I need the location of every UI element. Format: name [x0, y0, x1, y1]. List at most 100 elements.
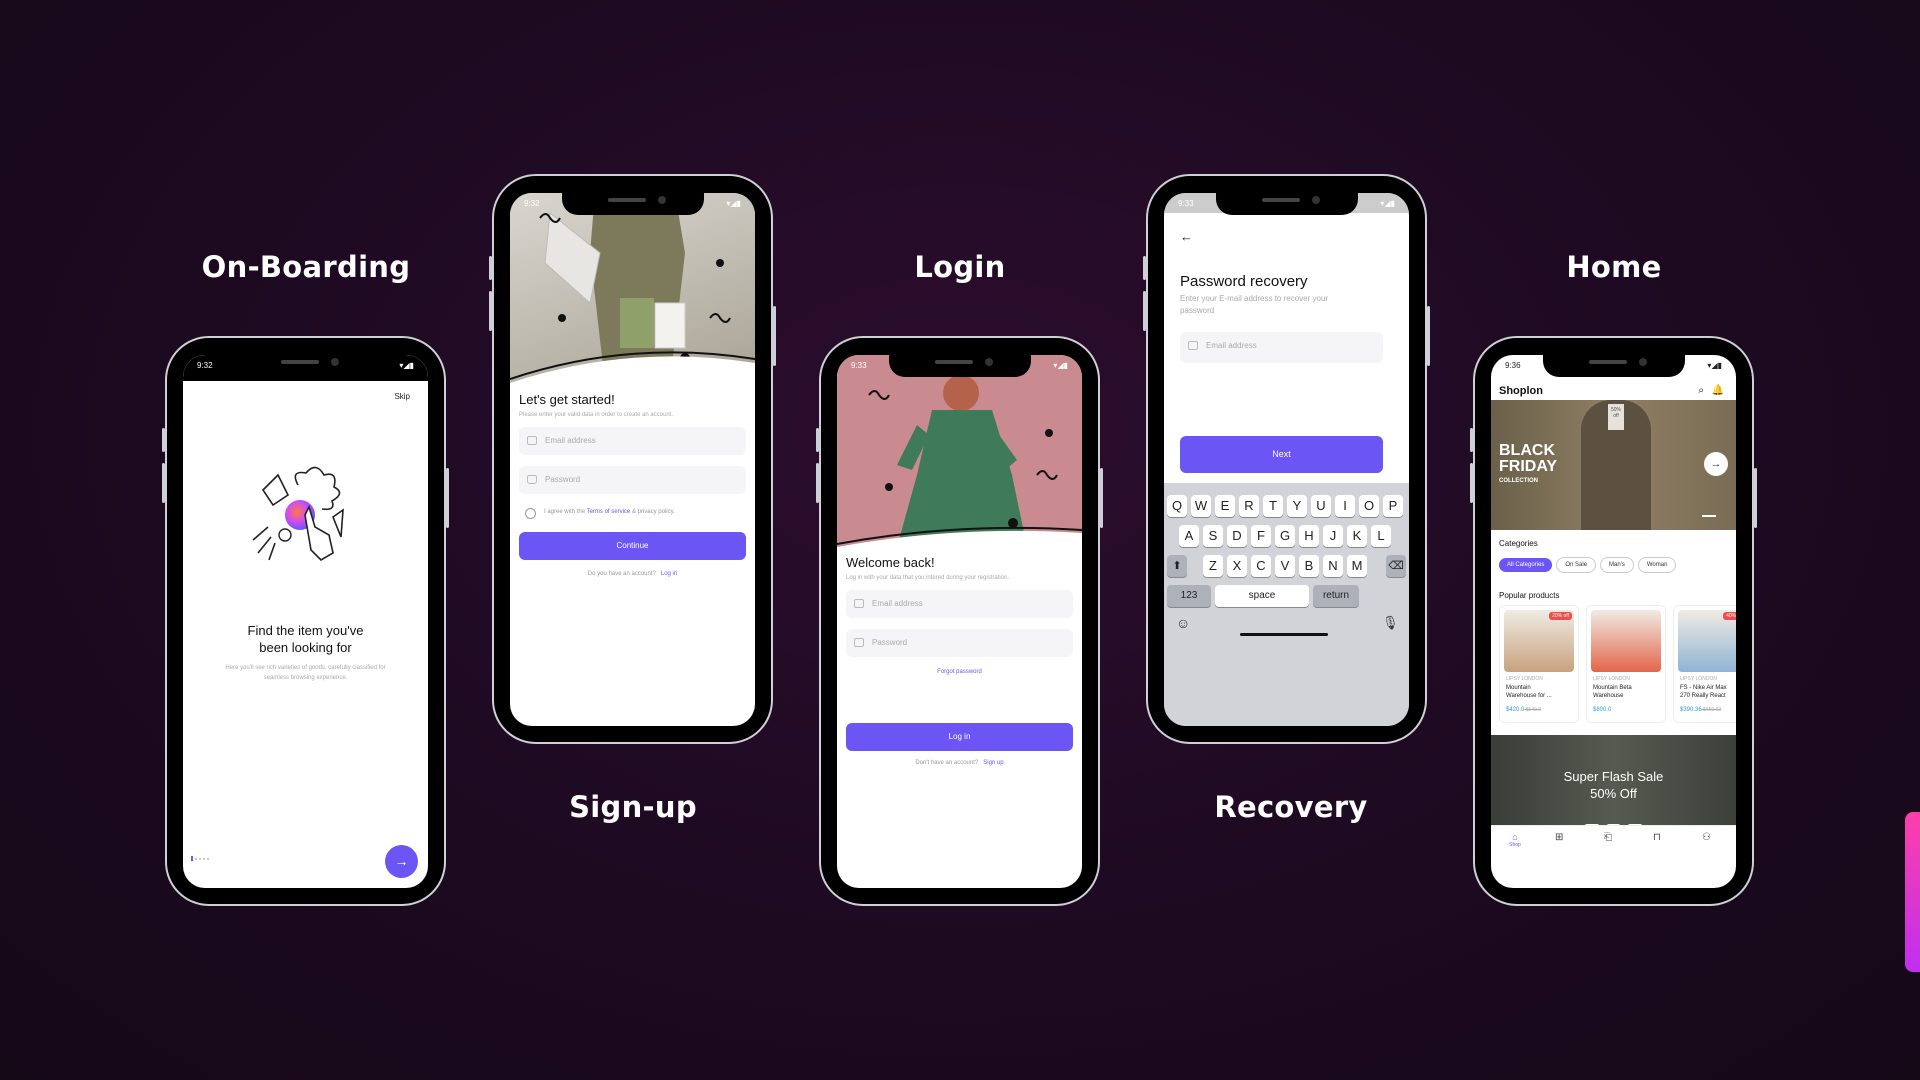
email-field[interactable]: Email address [519, 427, 746, 455]
key-i[interactable]: I [1335, 495, 1355, 517]
key-u[interactable]: U [1311, 495, 1331, 517]
onboarding-desc-1: Here you'll see rich varieties of goods,… [225, 665, 386, 671]
key-d[interactable]: D [1227, 525, 1247, 547]
key-j[interactable]: J [1323, 525, 1343, 547]
key-z[interactable]: Z [1203, 555, 1223, 577]
signal-icons: ▾◢▮ [1380, 199, 1395, 208]
signup-title: Let's get started! [519, 392, 615, 407]
key-s[interactable]: S [1203, 525, 1223, 547]
product-card[interactable]: LIPSY LONDON Mountain Beta Warehouse $800.0 [1586, 605, 1666, 723]
profile-icon[interactable]: ⚇ [1702, 832, 1711, 843]
product-name: 270 Really React [1680, 693, 1726, 699]
back-arrow-icon[interactable]: ← [1180, 229, 1193, 244]
pink-accent-bar [1905, 812, 1920, 972]
email-field[interactable]: Email address [1180, 332, 1383, 363]
discount-badge: 20% off [1549, 612, 1572, 620]
product-card[interactable]: 20% off LIPSY LONDON Mountain Warehouse for… [1499, 605, 1579, 723]
emoji-icon[interactable]: ☺ [1176, 615, 1190, 631]
key-x[interactable]: X [1227, 555, 1247, 577]
bottom-nav: ⌂ Shop ⊞ ⎗ ⊓ ⚇ [1491, 825, 1736, 858]
grid-icon[interactable]: ⊞ [1555, 832, 1563, 843]
terms-checkbox[interactable] [525, 508, 536, 519]
bookmark-icon[interactable]: ⎗ [1604, 832, 1612, 843]
signal-icons: ▾◢▮ [399, 361, 414, 370]
key-v[interactable]: V [1275, 555, 1295, 577]
recovery-title: Password recovery [1180, 273, 1308, 290]
onboarding-title-1: Find the item you've [247, 623, 364, 638]
key-p[interactable]: P [1383, 495, 1403, 517]
price-tag: 50% off [1608, 404, 1624, 430]
banner-next-button[interactable]: → [1704, 452, 1728, 476]
key-q[interactable]: Q [1167, 495, 1187, 517]
phone-login: 9:33 ▾◢▮ Welcome back! Log in with your d… [816, 336, 1103, 906]
status-time: 9:33 [851, 361, 867, 370]
category-chip[interactable]: All Categories [1499, 558, 1553, 572]
email-field[interactable]: Email address [846, 590, 1073, 618]
key-r[interactable]: R [1239, 495, 1259, 517]
key-f[interactable]: F [1251, 525, 1271, 547]
arrow-right-icon: → [1710, 458, 1722, 470]
signup-link[interactable]: Sign up [983, 760, 1003, 766]
onboarding-desc-2: seamless browsing experience. [263, 675, 348, 681]
category-chip[interactable]: Man's [1600, 557, 1634, 573]
bag-icon[interactable]: ⊓ [1653, 832, 1661, 843]
terms-link[interactable]: Terms of service [587, 509, 631, 515]
key-l[interactable]: L [1371, 525, 1391, 547]
numbers-key[interactable]: 123 [1167, 585, 1211, 607]
shop-icon: ⌂ [1512, 832, 1518, 842]
flash-sale-banner[interactable]: Super Flash Sale 50% Off 075954 [1491, 735, 1736, 833]
key-a[interactable]: A [1179, 525, 1199, 547]
key-m[interactable]: M [1347, 555, 1367, 577]
product-brand: LIPSY LONDON [1593, 676, 1630, 682]
nav-shop[interactable]: ⌂ Shop [1505, 832, 1525, 848]
password-field[interactable]: Password [846, 629, 1073, 657]
forgot-password-link[interactable]: Forgot password [837, 669, 1082, 675]
heading-home: Home [1566, 250, 1662, 284]
black-friday-banner[interactable]: 50% off BLACK FRIDAY COLLECTION → [1491, 400, 1736, 530]
key-c[interactable]: C [1251, 555, 1271, 577]
key-h[interactable]: H [1299, 525, 1319, 547]
space-key[interactable]: space [1215, 585, 1309, 607]
login-screen: 9:33 ▾◢▮ Welcome back! Log in with your d… [837, 355, 1082, 888]
skip-button[interactable]: Skip [394, 392, 410, 401]
search-icon[interactable]: ⌕ [1698, 385, 1704, 396]
next-button[interactable]: Next [1180, 436, 1383, 473]
product-old-price: $650.62 [1701, 707, 1722, 713]
key-o[interactable]: O [1359, 495, 1379, 517]
mail-icon [1188, 341, 1198, 350]
banner-subtitle: COLLECTION [1499, 478, 1538, 484]
next-button[interactable]: → [385, 845, 418, 878]
login-button[interactable]: Log in [846, 723, 1073, 751]
home-screen: 9:36 ▾◢▮ Shoplon ⌕ 🔔 50% off BLACK FRIDAY … [1491, 355, 1736, 888]
key-w[interactable]: W [1191, 495, 1211, 517]
key-e[interactable]: E [1215, 495, 1235, 517]
hand-tap-illustration [252, 466, 344, 562]
shift-key[interactable]: ⬆ [1167, 555, 1187, 577]
key-b[interactable]: B [1299, 555, 1319, 577]
mail-icon [527, 436, 537, 445]
key-k[interactable]: K [1347, 525, 1367, 547]
lock-icon [854, 638, 864, 647]
backspace-key[interactable]: ⌫ [1386, 555, 1406, 577]
key-n[interactable]: N [1323, 555, 1343, 577]
continue-button[interactable]: Continue [519, 532, 746, 560]
key-t[interactable]: T [1263, 495, 1283, 517]
login-prompt: Do you have an account? Log in [587, 571, 678, 577]
category-chip[interactable]: Woman [1637, 557, 1677, 573]
arrow-right-icon: → [394, 853, 409, 869]
category-chips: All Categories On Sale Man's Woman [1499, 553, 1680, 573]
microphone-icon[interactable]: 🎙 [1382, 615, 1399, 631]
login-subtitle: Log in with your data that you intered d… [846, 575, 1010, 581]
bell-icon[interactable]: 🔔 [1712, 385, 1724, 396]
key-g[interactable]: G [1275, 525, 1295, 547]
password-field[interactable]: Password [519, 466, 746, 494]
product-list: 20% off LIPSY LONDON Mountain Warehouse for… [1499, 605, 1736, 725]
key-y[interactable]: Y [1287, 495, 1307, 517]
return-key[interactable]: return [1313, 585, 1359, 607]
category-chip[interactable]: On Sale [1556, 557, 1597, 573]
login-link[interactable]: Log in [661, 571, 677, 577]
product-card[interactable]: 40% off LIPSY LONDON FS - Nike Air Max 270 … [1673, 605, 1736, 723]
status-time: 9:32 [524, 199, 540, 208]
page-indicator [191, 856, 209, 861]
login-photo [837, 355, 1082, 547]
